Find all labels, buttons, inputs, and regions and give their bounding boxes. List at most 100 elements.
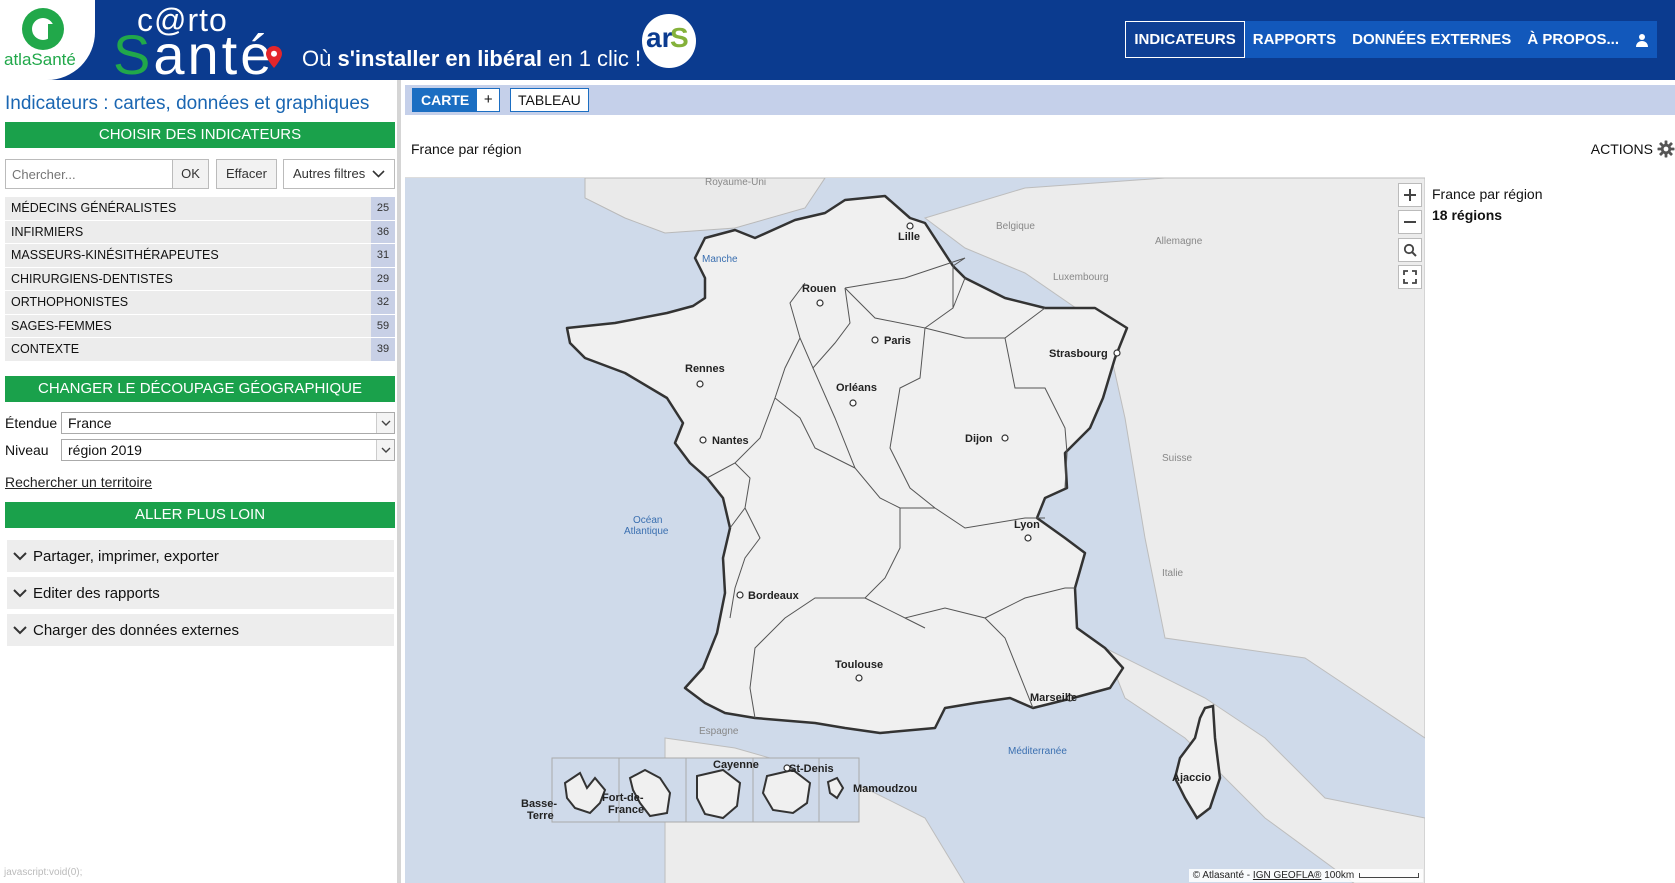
overseas-label-mamoudzou: Mamoudzou [853, 783, 917, 795]
city-label-bordeaux: Bordeaux [748, 590, 800, 602]
nav-rapports[interactable]: RAPPORTS [1244, 21, 1345, 58]
indicator-count: 31 [371, 244, 395, 267]
atlasante-logo[interactable]: atlaSanté [0, 0, 95, 80]
sidebar: Indicateurs : cartes, données et graphiq… [0, 80, 401, 883]
tab-carte[interactable]: CARTE + [412, 88, 501, 112]
atlasante-logo-icon [22, 8, 64, 50]
country-label-italie: Italie [1162, 568, 1184, 579]
city-label-dijon: Dijon [965, 433, 993, 445]
etendue-select[interactable]: France [61, 412, 395, 434]
add-map-button[interactable]: + [477, 89, 500, 111]
sea-label-atlantique: Atlantique [624, 526, 669, 537]
country-label-allemagne: Allemagne [1155, 236, 1203, 247]
indicator-orthophonistes[interactable]: ORTHOPHONISTES 32 [5, 291, 395, 315]
search-row: OK Effacer Autres filtres [5, 159, 395, 189]
accordion-edit-reports[interactable]: Editer des rapports [7, 577, 394, 609]
city-label-rennes: Rennes [685, 363, 725, 375]
city-label-lyon: Lyon [1014, 519, 1040, 531]
indicator-medecins-generalistes[interactable]: MÉDECINS GÉNÉRALISTES 25 [5, 197, 395, 221]
city-dot [906, 222, 914, 230]
nav-indicateurs[interactable]: INDICATEURS [1125, 21, 1245, 58]
tagline: Où s'installer en libéral en 1 clic ! [302, 46, 642, 71]
country-label-belgique: Belgique [996, 221, 1035, 232]
city-label-strasbourg: Strasbourg [1049, 348, 1108, 360]
main-panel: CARTE + TABLEAU France par région ACTION… [405, 80, 1675, 883]
overseas-label-basse: Basse- [521, 798, 557, 810]
accordion-load-external-data[interactable]: Charger des données externes [7, 614, 394, 646]
city-dot [816, 299, 824, 307]
search-icon [1403, 243, 1417, 257]
nav-a-propos[interactable]: À PROPOS... [1519, 21, 1627, 58]
accordion-share-print-export[interactable]: Partager, imprimer, exporter [7, 540, 394, 572]
indicator-chirurgiens-dentistes[interactable]: CHIRURGIENS-DENTISTES 29 [5, 267, 395, 291]
overseas-label-fort: Fort-de- [602, 792, 644, 804]
niveau-label: Niveau [5, 442, 49, 458]
map-svg[interactable]: Lille Rouen Paris Strasbourg Rennes Orlé… [405, 178, 1425, 883]
indicator-sages-femmes[interactable]: SAGES-FEMMES 59 [5, 314, 395, 338]
zoom-out-button[interactable] [1398, 210, 1422, 234]
indicator-count: 25 [371, 197, 395, 220]
indicator-count: 32 [371, 291, 395, 314]
actions-menu[interactable]: ACTIONS [1591, 140, 1675, 158]
chevron-down-icon [7, 588, 33, 598]
city-label-lille: Lille [898, 231, 920, 243]
chevron-down-icon [7, 551, 33, 561]
map-legend: France par région 18 régions [1432, 184, 1543, 226]
indicator-count: 36 [371, 220, 395, 243]
atlasante-logo-text: atlaSanté [4, 50, 76, 69]
country-label-uk: Royaume-Uni [705, 178, 766, 188]
zoom-in-button[interactable] [1398, 183, 1422, 207]
sidebar-title: Indicateurs : cartes, données et graphiq… [5, 93, 370, 114]
change-geography-bar[interactable]: CHANGER LE DÉCOUPAGE GÉOGRAPHIQUE [5, 376, 395, 402]
scale-bar [1359, 873, 1419, 878]
city-label-toulouse: Toulouse [835, 659, 883, 671]
niveau-row: Niveau région 2019 [5, 439, 395, 461]
map-search-button[interactable] [1398, 238, 1422, 262]
city-label-marseille: Marseille [1030, 692, 1077, 704]
chevron-down-icon [7, 625, 33, 635]
nav-donnees-externes[interactable]: DONNÉES EXTERNES [1344, 21, 1520, 58]
legend-count: 18 régions [1432, 207, 1503, 223]
sea-label-mediterranee: Méditerranée [1008, 746, 1067, 757]
city-dot [1024, 534, 1032, 542]
minus-icon [1404, 221, 1416, 223]
city-dot [1113, 349, 1121, 357]
scale-label: 100km [1324, 870, 1355, 881]
tab-tableau[interactable]: TABLEAU [510, 88, 589, 112]
fullscreen-button[interactable] [1398, 265, 1422, 289]
search-input[interactable] [5, 159, 173, 189]
country-label-espagne: Espagne [699, 726, 739, 737]
clear-button[interactable]: Effacer [216, 159, 277, 189]
city-label-rouen: Rouen [802, 283, 837, 295]
city-label-ajaccio: Ajaccio [1172, 772, 1211, 784]
overseas-label-cayenne: Cayenne [713, 759, 759, 771]
city-dot [1001, 434, 1009, 442]
search-territory-link[interactable]: Rechercher un territoire [5, 474, 152, 490]
indicator-count: 59 [371, 314, 395, 337]
view-tabbar: CARTE + TABLEAU [405, 85, 1675, 115]
status-bar-text: javascript:void(0); [4, 867, 83, 878]
chevron-down-icon [376, 413, 394, 433]
niveau-select[interactable]: région 2019 [61, 439, 395, 461]
ars-logo[interactable]: ar S [642, 14, 696, 68]
go-further-bar[interactable]: ALLER PLUS LOIN [5, 502, 395, 528]
city-dot [736, 591, 744, 599]
ign-geofla-link[interactable]: IGN GEOFLA® [1253, 870, 1322, 881]
sea-label-ocean: Océan [633, 515, 662, 526]
search-ok-button[interactable]: OK [173, 159, 209, 189]
map-canvas[interactable]: Lille Rouen Paris Strasbourg Rennes Orlé… [405, 177, 1425, 883]
indicator-infirmiers[interactable]: INFIRMIERS 36 [5, 220, 395, 244]
indicator-masseurs-kinesitherapeutes[interactable]: MASSEURS-KINÉSITHÉRAPEUTES 31 [5, 244, 395, 268]
sea-label-manche: Manche [702, 254, 738, 265]
city-dot [855, 674, 863, 682]
legend-title: France par région [1432, 186, 1543, 202]
city-dot [871, 336, 879, 344]
choose-indicators-bar[interactable]: CHOISIR DES INDICATEURS [5, 122, 395, 148]
other-filters-button[interactable]: Autres filtres [282, 159, 395, 189]
map-attribution: © Atlasanté - IGN GEOFLA® 100km [1188, 869, 1423, 882]
overseas-label-terre: Terre [527, 810, 554, 822]
indicator-contexte[interactable]: CONTEXTE 39 [5, 338, 395, 362]
app-header: atlaSanté c@rto Santé Où s'installer en … [0, 0, 1675, 86]
city-label-paris: Paris [884, 335, 911, 347]
user-icon[interactable] [1627, 21, 1657, 58]
